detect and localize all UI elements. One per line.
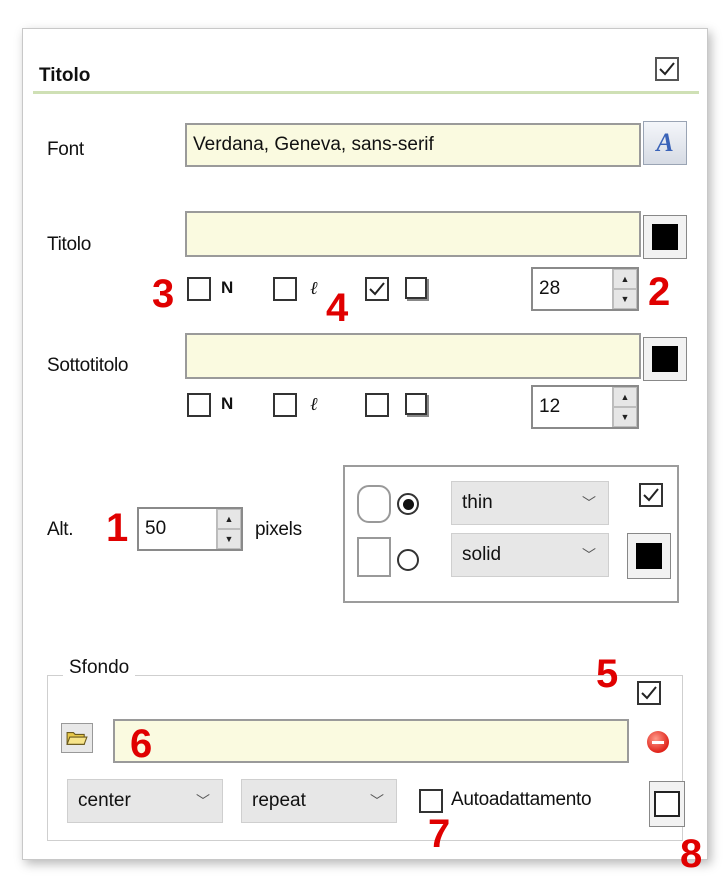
subtitle-size-value[interactable]: 12 — [533, 387, 612, 427]
title-size-value[interactable]: 28 — [533, 269, 612, 309]
autofit-checkbox[interactable] — [419, 789, 443, 813]
annotation-8: 8 — [680, 832, 703, 876]
background-image-input[interactable] — [113, 719, 629, 763]
spin-up-icon[interactable]: ▲ — [613, 269, 637, 289]
subtitle-input[interactable] — [185, 333, 641, 379]
text-shadow-icon — [405, 393, 427, 415]
background-color-swatch — [654, 791, 680, 817]
subtitle-italic-checkbox[interactable] — [273, 393, 297, 417]
border-width-value: thin — [462, 492, 493, 513]
checkmark-icon — [659, 62, 675, 76]
subtitle-bold-label: N — [221, 394, 234, 413]
background-repeat-select[interactable]: repeat ﹀ — [241, 779, 397, 823]
title-size-stepper[interactable]: 28 ▲ ▼ — [531, 267, 639, 311]
checkmark-icon — [641, 686, 657, 700]
spin-down-icon[interactable]: ▼ — [613, 289, 637, 309]
font-label: Font — [47, 139, 84, 160]
annotation-3: 3 — [152, 272, 175, 316]
annotation-6: 6 — [130, 722, 153, 766]
panel-title: Titolo — [39, 65, 91, 86]
title-bold-checkbox[interactable] — [187, 277, 211, 301]
chevron-down-icon: ﹀ — [196, 793, 210, 809]
subtitle-shadow-checkbox[interactable] — [365, 393, 389, 417]
background-position-select[interactable]: center ﹀ — [67, 779, 223, 823]
browse-image-button[interactable] — [61, 723, 93, 753]
border-color-button[interactable] — [627, 533, 671, 579]
height-label: Alt. — [47, 519, 74, 540]
height-value[interactable]: 50 — [139, 509, 216, 549]
annotation-5: 5 — [596, 652, 619, 696]
font-input[interactable]: Verdana, Geneva, sans-serif — [185, 123, 641, 167]
background-repeat-value: repeat — [252, 790, 306, 811]
chevron-down-icon: ﹀ — [582, 547, 596, 563]
annotation-2: 2 — [648, 270, 671, 314]
border-settings-box: thin ﹀ solid ﹀ — [343, 465, 679, 603]
title-label: Titolo — [47, 234, 91, 255]
border-enabled-checkbox[interactable] — [639, 483, 663, 507]
subtitle-italic-label: ℓ — [310, 394, 318, 414]
square-corner-radio[interactable] — [397, 549, 419, 571]
rounded-corner-radio[interactable] — [397, 493, 419, 515]
chevron-down-icon: ﹀ — [582, 495, 596, 511]
rounded-corner-icon — [357, 485, 391, 523]
checkmark-icon — [369, 282, 385, 296]
border-color-swatch — [636, 543, 662, 569]
annotation-4: 4 — [326, 286, 349, 330]
title-input[interactable] — [185, 211, 641, 257]
square-corner-icon — [357, 537, 391, 577]
chevron-down-icon: ﹀ — [370, 793, 384, 809]
background-position-value: center — [78, 790, 131, 811]
title-italic-checkbox[interactable] — [273, 277, 297, 301]
spin-down-icon[interactable]: ▼ — [217, 529, 241, 549]
spin-up-icon[interactable]: ▲ — [217, 509, 241, 529]
border-style-select[interactable]: solid ﹀ — [451, 533, 609, 577]
title-italic-label: ℓ — [310, 278, 318, 298]
title-color-swatch — [652, 224, 678, 250]
annotation-1: 1 — [106, 506, 129, 550]
folder-open-icon — [66, 732, 88, 745]
title-shadow-checkbox[interactable] — [365, 277, 389, 301]
title-enabled-checkbox[interactable] — [655, 57, 679, 81]
border-width-select[interactable]: thin ﹀ — [451, 481, 609, 525]
spin-down-icon[interactable]: ▼ — [613, 407, 637, 427]
subtitle-bold-checkbox[interactable] — [187, 393, 211, 417]
subtitle-size-stepper[interactable]: 12 ▲ ▼ — [531, 385, 639, 429]
text-shadow-icon — [405, 277, 427, 299]
background-color-button[interactable] — [649, 781, 685, 827]
font-picker-button[interactable]: A — [643, 121, 687, 165]
height-stepper[interactable]: 50 ▲ ▼ — [137, 507, 243, 551]
font-picker-icon: A — [656, 128, 674, 157]
subtitle-label: Sottotitolo — [47, 355, 129, 376]
spin-up-icon[interactable]: ▲ — [613, 387, 637, 407]
autofit-label: Autoadattamento — [451, 789, 592, 810]
annotation-7: 7 — [428, 812, 451, 856]
title-bold-label: N — [221, 278, 234, 297]
header-divider — [33, 91, 699, 94]
title-color-button[interactable] — [643, 215, 687, 259]
height-unit-label: pixels — [255, 519, 302, 540]
subtitle-color-swatch — [652, 346, 678, 372]
remove-image-icon[interactable] — [647, 731, 669, 753]
subtitle-color-button[interactable] — [643, 337, 687, 381]
background-group-title: Sfondo — [63, 657, 136, 679]
checkmark-icon — [643, 488, 659, 502]
border-style-value: solid — [462, 544, 502, 565]
background-enabled-checkbox[interactable] — [637, 681, 661, 705]
title-settings-panel: Titolo Font Verdana, Geneva, sans-serif … — [22, 28, 708, 860]
